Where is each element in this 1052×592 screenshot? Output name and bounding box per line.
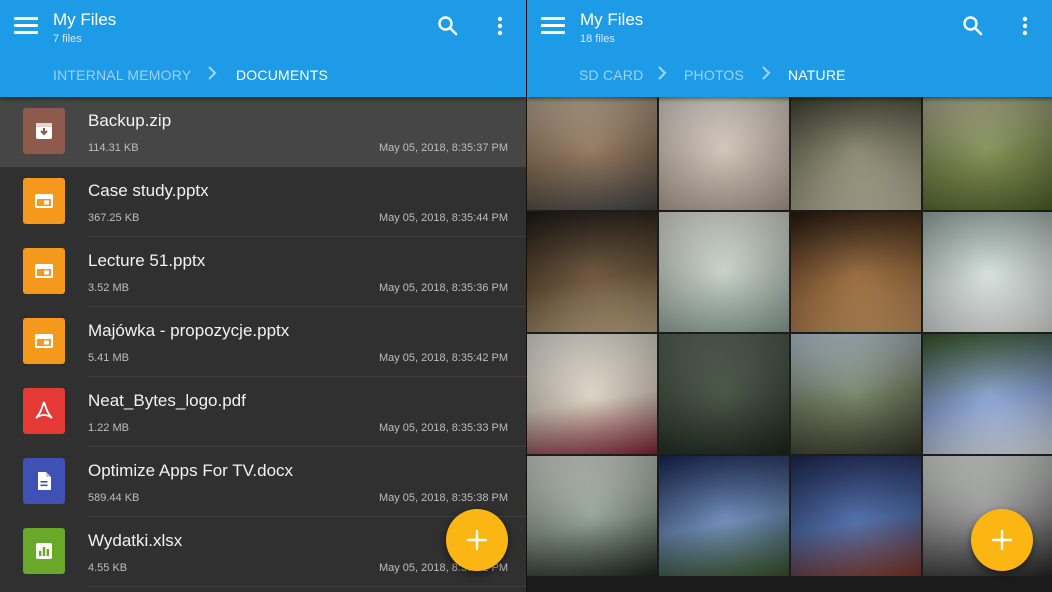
documents-pane: My Files 7 files INTERNAL MEMORY DOCUMEN… — [0, 0, 526, 592]
photo-tile-mountain-valley[interactable] — [659, 456, 789, 576]
breadcrumb-sd-card[interactable]: SD CARD — [579, 67, 643, 83]
file-row-wydatki[interactable]: Wydatki.xlsx 4.55 KB May 05, 2018, 8:35:… — [0, 517, 526, 587]
file-name: Majówka - propozycje.pptx — [88, 321, 290, 340]
photo-vignette — [659, 334, 789, 454]
plus-icon — [991, 529, 1013, 551]
photo-tile-foggy-field[interactable] — [659, 334, 789, 454]
photo-vignette — [527, 90, 657, 210]
pdf-icon — [23, 388, 65, 434]
photo-vignette — [659, 212, 789, 332]
file-date: May 05, 2018, 8:35:38 PM — [378, 492, 508, 504]
photo-tile-beach-chairs[interactable] — [527, 334, 657, 454]
chevron-right-icon — [206, 65, 218, 81]
left-search-icon[interactable] — [436, 14, 460, 38]
right-app-bar: My Files 18 files SD CARD PHOTOS NATURE — [527, 0, 1052, 97]
file-list: Backup.zip 114.31 KB May 05, 2018, 8:35:… — [0, 97, 526, 592]
left-breadcrumb: INTERNAL MEMORY DOCUMENTS — [0, 60, 526, 90]
photo-vignette — [923, 334, 1052, 454]
file-date: May 05, 2018, 8:35:44 PM — [378, 212, 508, 224]
file-row-lecture-51[interactable]: Lecture 51.pptx 3.52 MB May 05, 2018, 8:… — [0, 237, 526, 307]
file-size: 1.22 MB — [88, 422, 129, 434]
left-menu-icon[interactable] — [14, 16, 38, 36]
document-icon — [23, 458, 65, 504]
photo-vignette — [791, 334, 921, 454]
right-menu-icon[interactable] — [541, 16, 565, 36]
breadcrumb-internal-memory[interactable]: INTERNAL MEMORY — [53, 67, 191, 83]
left-file-count: 7 files — [53, 33, 82, 45]
left-more-options-icon[interactable] — [488, 14, 512, 38]
photo-tile-cloudy-mountains[interactable] — [527, 456, 657, 576]
photo-vignette — [791, 90, 921, 210]
archive-icon — [23, 108, 65, 154]
photo-vignette — [527, 334, 657, 454]
chevron-right-icon — [656, 65, 668, 81]
photo-tile-sky-reflection-leaves[interactable] — [923, 334, 1052, 454]
file-size: 114.31 KB — [88, 142, 139, 154]
photo-tile-hazy-clouds[interactable] — [659, 90, 789, 210]
right-add-button[interactable] — [971, 509, 1033, 571]
file-size: 5.41 MB — [88, 352, 129, 364]
breadcrumb-photos[interactable]: PHOTOS — [684, 67, 744, 83]
photo-vignette — [659, 456, 789, 576]
plus-icon — [466, 529, 488, 551]
photo-tile-snowy-trees[interactable] — [923, 212, 1052, 332]
left-app-title: My Files — [53, 10, 117, 29]
file-row-neat-bytes-logo[interactable]: Neat_Bytes_logo.pdf 1.22 MB May 05, 2018… — [0, 377, 526, 447]
file-name: Backup.zip — [88, 111, 172, 130]
right-more-options-icon[interactable] — [1013, 14, 1037, 38]
presentation-icon — [23, 178, 65, 224]
photo-vignette — [791, 212, 921, 332]
right-breadcrumb: SD CARD PHOTOS NATURE — [527, 60, 1052, 90]
row-divider — [88, 586, 526, 587]
file-date: May 05, 2018, 8:35:33 PM — [378, 422, 508, 434]
photo-tile-railway-track[interactable] — [791, 90, 921, 210]
breadcrumb-nature[interactable]: NATURE — [788, 67, 846, 83]
file-name: Lecture 51.pptx — [88, 251, 206, 270]
photo-tile-soccer-ball-grass[interactable] — [923, 90, 1052, 210]
photo-tile-bicycle-brick-wall[interactable] — [527, 90, 657, 210]
left-add-button[interactable] — [446, 509, 508, 571]
breadcrumb-documents[interactable]: DOCUMENTS — [236, 67, 328, 83]
spreadsheet-icon — [23, 528, 65, 574]
file-row-case-study[interactable]: Case study.pptx 367.25 KB May 05, 2018, … — [0, 167, 526, 237]
photo-vignette — [923, 212, 1052, 332]
file-date: May 05, 2018, 8:35:42 PM — [378, 352, 508, 364]
photo-vignette — [659, 90, 789, 210]
photo-vignette — [791, 456, 921, 576]
file-size: 4.55 KB — [88, 562, 128, 574]
photo-tile-beach-rocks[interactable] — [659, 212, 789, 332]
photo-vignette — [527, 212, 657, 332]
file-size: 589.44 KB — [88, 492, 140, 504]
file-date: May 05, 2018, 8:35:37 PM — [378, 142, 508, 154]
file-name: Wydatki.xlsx — [88, 531, 183, 550]
right-app-title: My Files — [580, 10, 644, 29]
file-date: May 05, 2018, 8:35:36 PM — [378, 282, 508, 294]
photo-vignette — [923, 90, 1052, 210]
file-row-majowka[interactable]: Majówka - propozycje.pptx 5.41 MB May 05… — [0, 307, 526, 377]
file-name: Case study.pptx — [88, 181, 209, 200]
photos-pane: My Files 18 files SD CARD PHOTOS NATURE — [527, 0, 1052, 592]
file-row-backup-zip[interactable]: Backup.zip 114.31 KB May 05, 2018, 8:35:… — [0, 97, 526, 167]
presentation-icon — [23, 248, 65, 294]
right-file-count: 18 files — [580, 33, 615, 45]
file-size: 367.25 KB — [88, 212, 140, 224]
chevron-right-icon — [760, 65, 772, 81]
photo-tile-cows-pasture[interactable] — [791, 334, 921, 454]
photo-tile-sunset-plant[interactable] — [791, 212, 921, 332]
file-name: Neat_Bytes_logo.pdf — [88, 391, 246, 410]
right-search-icon[interactable] — [961, 14, 985, 38]
photo-vignette — [527, 456, 657, 576]
photo-tile-red-house-lake[interactable] — [791, 456, 921, 576]
file-size: 3.52 MB — [88, 282, 129, 294]
presentation-icon — [23, 318, 65, 364]
photo-tile-attic-chair[interactable] — [527, 212, 657, 332]
left-app-bar: My Files 7 files INTERNAL MEMORY DOCUMEN… — [0, 0, 526, 97]
file-row-optimize-apps[interactable]: Optimize Apps For TV.docx 589.44 KB May … — [0, 447, 526, 517]
file-name: Optimize Apps For TV.docx — [88, 461, 294, 480]
